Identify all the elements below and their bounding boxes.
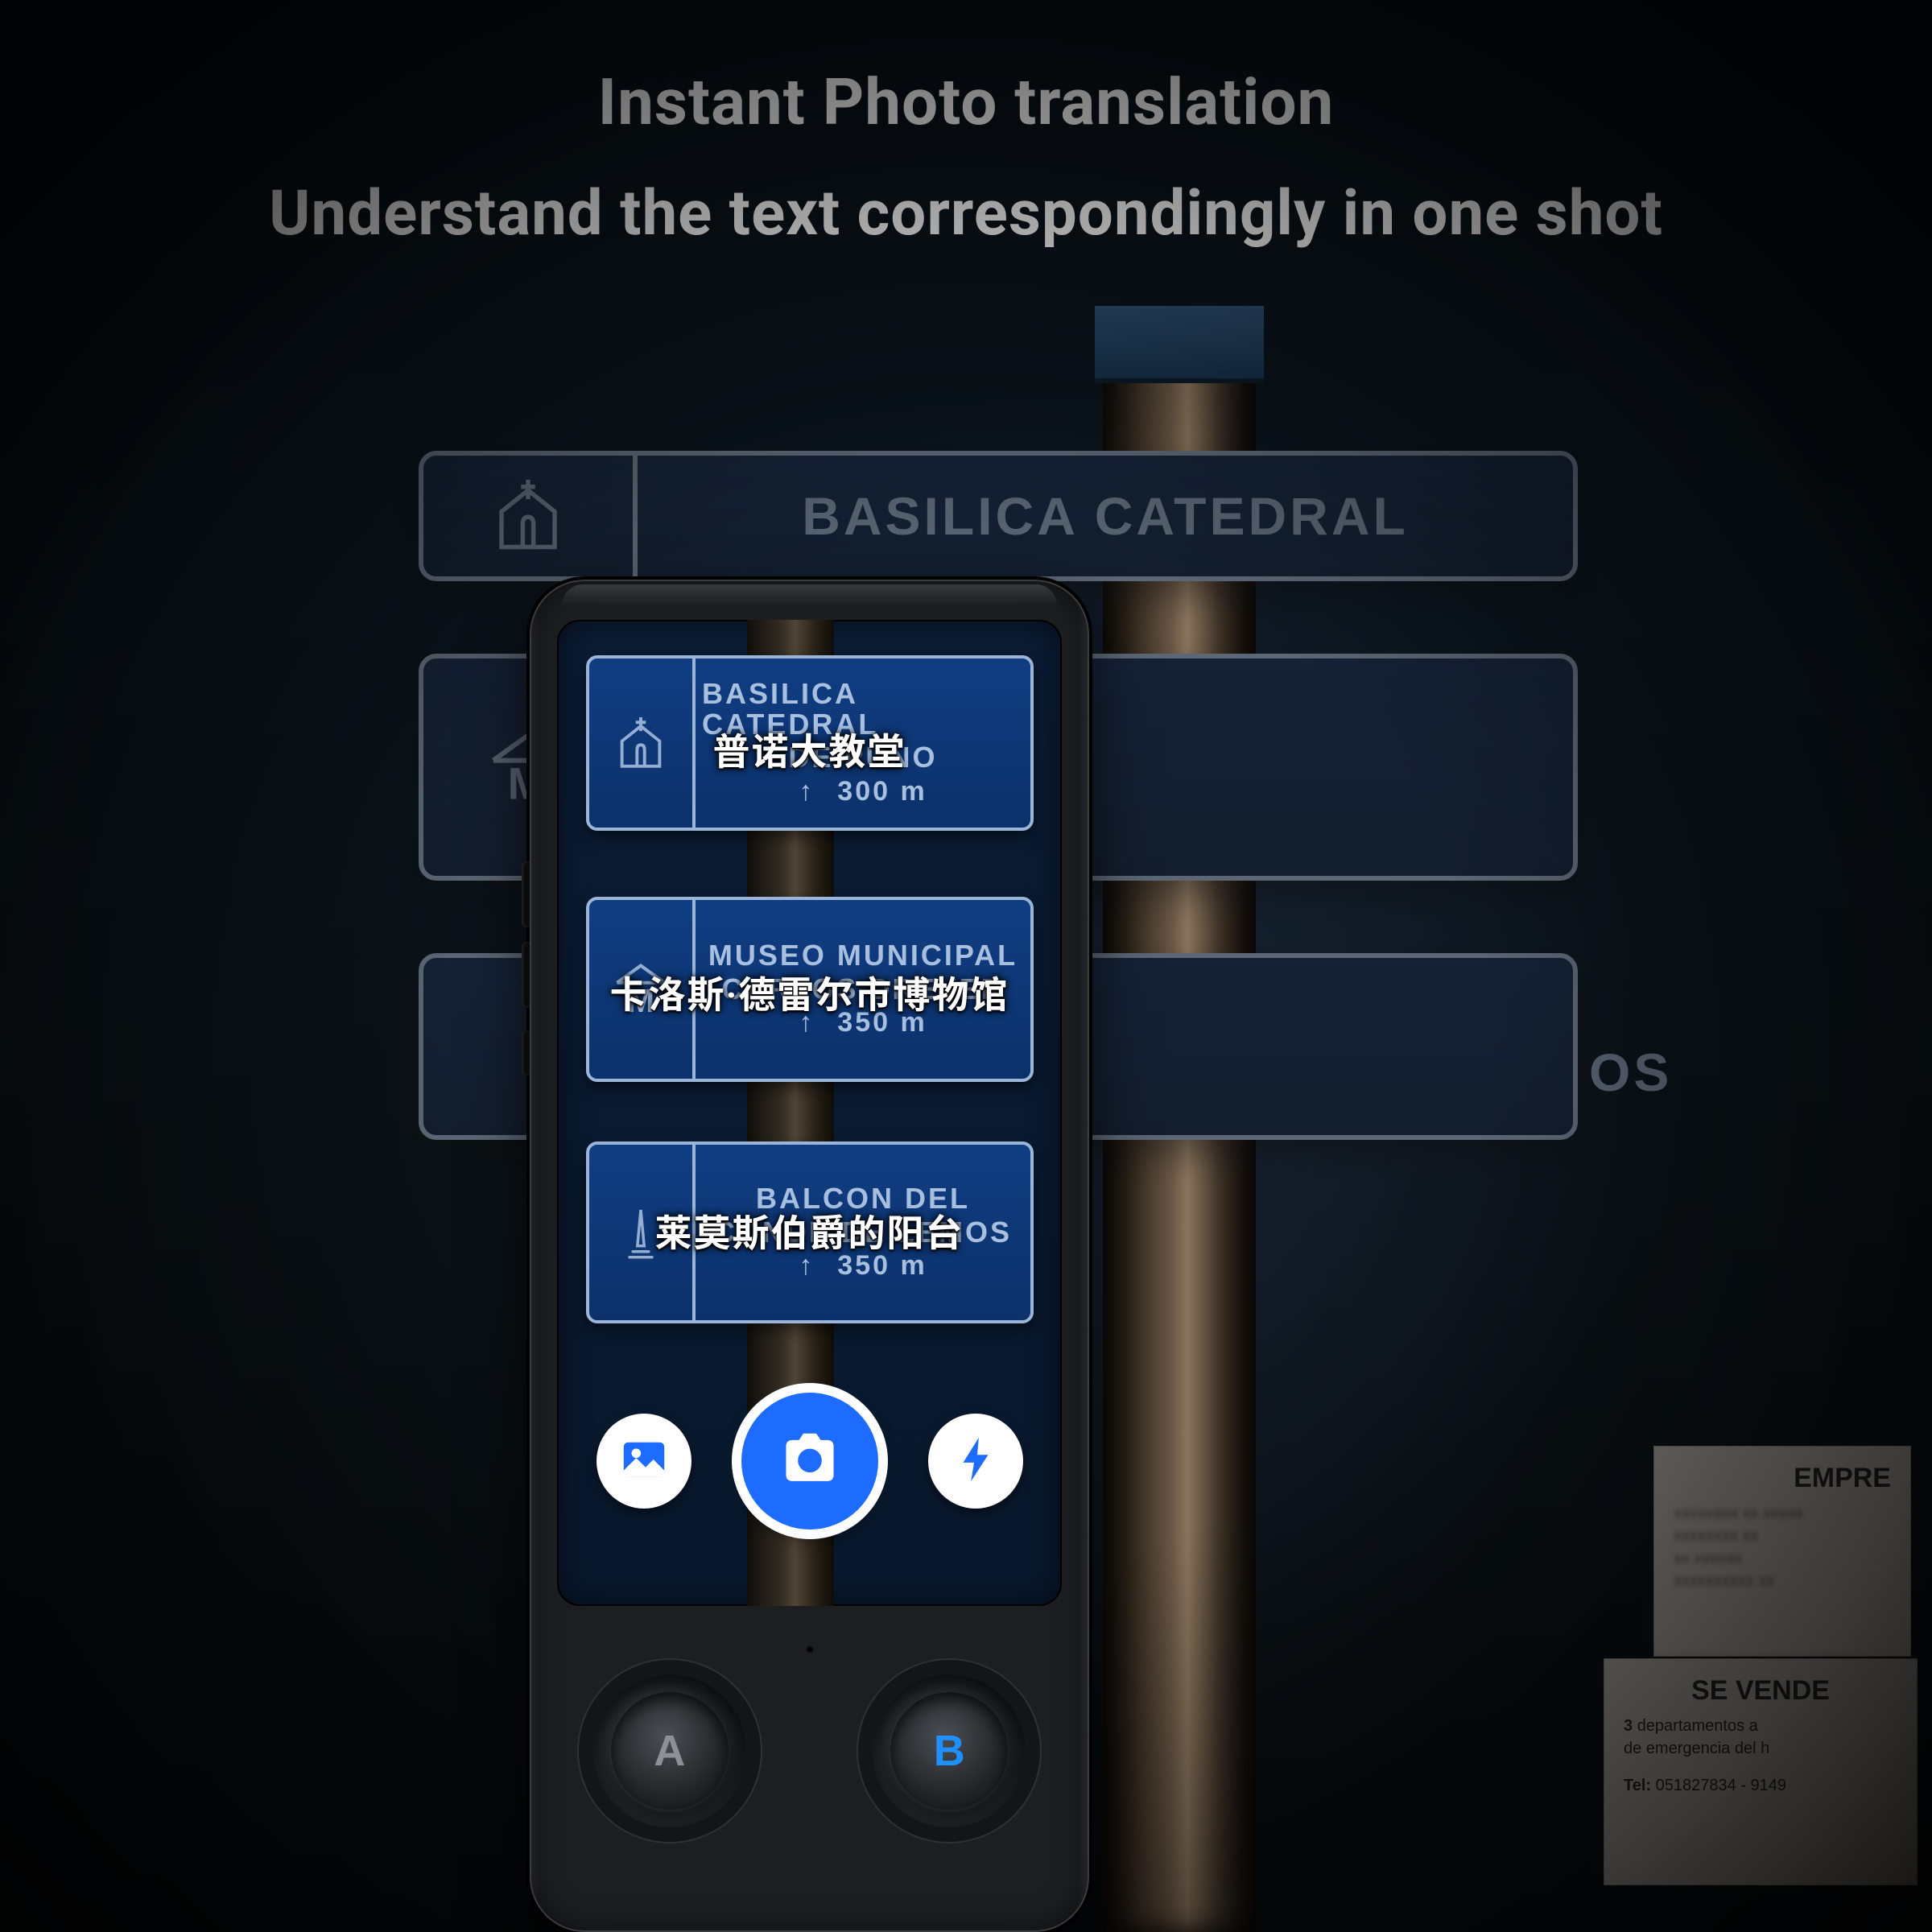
side-button-2[interactable] [522, 942, 530, 1008]
poster-se-vende: SE VENDE 3 departamentos a de emergencia… [1604, 1658, 1918, 1885]
flash-button[interactable] [928, 1414, 1023, 1509]
camera-controls [557, 1393, 1062, 1530]
poster-empre: EMPRE xxxxxxxx xx xxxxx xxxxxxxx xx xx x… [1653, 1446, 1911, 1657]
microphone-hole [806, 1645, 814, 1653]
shutter-button[interactable] [741, 1393, 878, 1530]
translator-device: BASILICA CATEDRAL DE PUNO ↑300 m 普诺大教堂 M… [530, 580, 1089, 1932]
camera-icon [775, 1425, 844, 1497]
flash-icon [951, 1435, 1001, 1488]
headline-subtitle: Understand the text correspondingly in o… [0, 177, 1932, 250]
button-a-label: A [611, 1692, 729, 1810]
hardware-button-b[interactable]: B [873, 1674, 1026, 1827]
button-b-label: B [890, 1692, 1008, 1810]
bg-sign-fragment: OS [1589, 1042, 1672, 1103]
translation-overlay-1: 普诺大教堂 [557, 723, 1062, 776]
hardware-button-a[interactable]: A [593, 1674, 746, 1827]
church-icon [423, 456, 638, 576]
gallery-icon [619, 1435, 669, 1488]
up-arrow-icon: ↑ [799, 776, 815, 807]
gallery-button[interactable] [597, 1414, 691, 1509]
sign-distance: ↑300 m [799, 776, 927, 807]
device-hardware-buttons: A B [530, 1626, 1089, 1932]
bg-sign-text: BASILICA CATEDRAL [638, 456, 1573, 576]
headline-title: Instant Photo translation [0, 64, 1932, 140]
translation-overlay-3: 莱莫斯伯爵的阳台 [557, 1204, 1062, 1257]
side-button-1[interactable] [522, 861, 530, 927]
translation-overlay-2: 卡洛斯·德雷尔市博物馆 [557, 966, 1062, 1019]
side-button-3[interactable] [522, 1030, 530, 1075]
device-screen[interactable]: BASILICA CATEDRAL DE PUNO ↑300 m 普诺大教堂 M… [557, 620, 1062, 1606]
bg-sign-basilica: BASILICA CATEDRAL [419, 451, 1578, 581]
